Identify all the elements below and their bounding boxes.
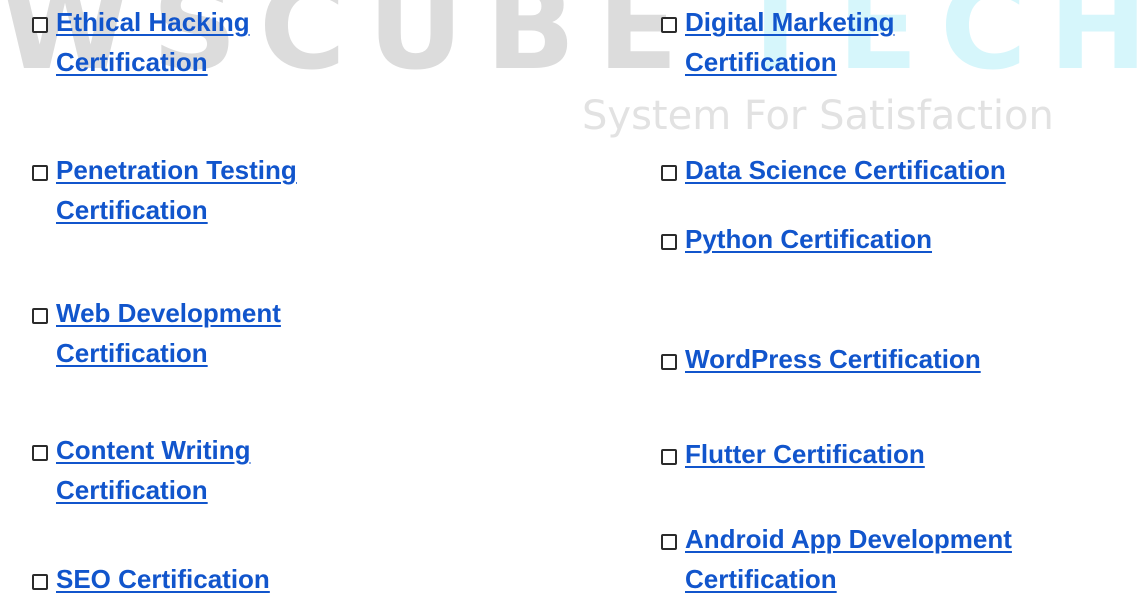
link-line: Digital Marketing — [685, 7, 895, 37]
link-content-writing-certification[interactable]: Content Writing Certification — [54, 430, 250, 510]
link-line: Certification — [685, 47, 837, 77]
checkbox-content-writing[interactable] — [32, 445, 48, 461]
list-item-digital-marketing: Digital Marketing Certification — [661, 2, 894, 82]
link-wordpress-certification[interactable]: WordPress Certification — [683, 339, 981, 379]
checkbox-android-app-development[interactable] — [661, 534, 677, 550]
checkbox-flutter[interactable] — [661, 449, 677, 465]
link-line: Android App Development — [685, 524, 1012, 554]
checkbox-wordpress[interactable] — [661, 354, 677, 370]
link-line: Ethical Hacking — [56, 7, 250, 37]
link-line: Web Development — [56, 298, 281, 328]
link-line: Certification — [56, 47, 208, 77]
link-web-development-certification[interactable]: Web Development Certification — [54, 293, 281, 373]
watermark-tagline: System For Satisfaction — [582, 93, 1054, 139]
list-item-python: Python Certification — [661, 219, 932, 259]
link-line: Data Science Certification — [685, 155, 1006, 185]
list-item-seo: SEO Certification — [32, 559, 270, 599]
link-penetration-testing-certification[interactable]: Penetration Testing Certification — [54, 150, 297, 230]
link-python-certification[interactable]: Python Certification — [683, 219, 932, 259]
link-flutter-certification[interactable]: Flutter Certification — [683, 434, 925, 474]
checkbox-digital-marketing[interactable] — [661, 17, 677, 33]
link-line: Flutter Certification — [685, 439, 925, 469]
link-line: Certification — [685, 564, 837, 594]
checkbox-data-science[interactable] — [661, 165, 677, 181]
link-line: SEO Certification — [56, 564, 270, 594]
link-digital-marketing-certification[interactable]: Digital Marketing Certification — [683, 2, 894, 82]
list-item-ethical-hacking: Ethical Hacking Certification — [32, 2, 250, 82]
link-data-science-certification[interactable]: Data Science Certification — [683, 150, 1006, 190]
link-ethical-hacking-certification[interactable]: Ethical Hacking Certification — [54, 2, 250, 82]
checkbox-penetration-testing[interactable] — [32, 165, 48, 181]
list-item-web-development: Web Development Certification — [32, 293, 281, 373]
link-seo-certification[interactable]: SEO Certification — [54, 559, 270, 599]
link-line: Content Writing — [56, 435, 251, 465]
link-line: Certification — [56, 338, 208, 368]
list-item-wordpress: WordPress Certification — [661, 339, 981, 379]
checkbox-python[interactable] — [661, 234, 677, 250]
list-item-penetration-testing: Penetration Testing Certification — [32, 150, 297, 230]
checkbox-seo[interactable] — [32, 574, 48, 590]
link-line: Python Certification — [685, 224, 933, 254]
list-item-content-writing: Content Writing Certification — [32, 430, 250, 510]
list-item-android-app-development: Android App Development Certification — [661, 519, 1012, 599]
link-line: WordPress Certification — [685, 344, 981, 374]
link-line: Penetration Testing — [56, 155, 297, 185]
checkbox-web-development[interactable] — [32, 308, 48, 324]
list-item-data-science: Data Science Certification — [661, 150, 1006, 190]
list-item-flutter: Flutter Certification — [661, 434, 925, 474]
link-line: Certification — [56, 195, 208, 225]
link-android-app-development-certification[interactable]: Android App Development Certification — [683, 519, 1012, 599]
link-line: Certification — [56, 475, 208, 505]
checkbox-ethical-hacking[interactable] — [32, 17, 48, 33]
